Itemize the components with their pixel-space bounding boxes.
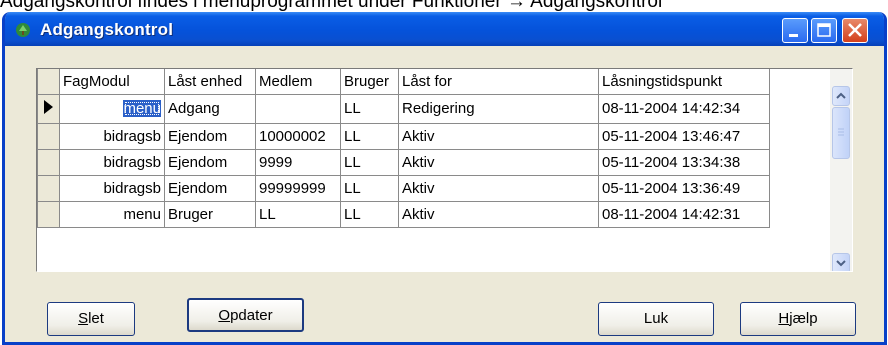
cell-tidspunkt[interactable]: 08-11-2004 14:42:31: [598, 200, 770, 228]
row-indicator[interactable]: [37, 200, 60, 228]
scroll-up-button[interactable]: [832, 86, 850, 106]
cell-fagmodul[interactable]: bidragsb: [59, 122, 165, 150]
column-header-laasningstidspunkt[interactable]: Låsningstidspunkt: [598, 69, 770, 95]
cell-tidspunkt[interactable]: 05-11-2004 13:34:38: [598, 148, 770, 176]
cell-medlem[interactable]: [255, 93, 341, 124]
cell-bruger[interactable]: LL: [340, 148, 399, 176]
cell-laast-enhed[interactable]: Ejendom: [164, 174, 256, 202]
column-header-laast-enhed[interactable]: Låst enhed: [164, 69, 256, 95]
table-row[interactable]: bidragsb Ejendom 99999999 LL Aktiv 05-11…: [37, 174, 770, 202]
minimize-button[interactable]: [782, 18, 808, 43]
cell-laast-for[interactable]: Aktiv: [398, 200, 599, 228]
column-header-medlem[interactable]: Medlem: [255, 69, 341, 95]
maximize-button[interactable]: [811, 18, 837, 43]
current-row-arrow-icon: [44, 99, 53, 114]
hjaelp-label: jælp: [789, 310, 818, 327]
maximize-icon: [817, 23, 831, 37]
app-icon: [16, 23, 30, 37]
cell-laast-enhed[interactable]: Bruger: [164, 200, 256, 228]
opdater-accesskey: O: [218, 307, 231, 324]
table-row[interactable]: bidragsb Ejendom 10000002 LL Aktiv 05-11…: [37, 122, 770, 150]
row-indicator[interactable]: [37, 122, 60, 150]
cell-medlem[interactable]: 99999999: [255, 174, 341, 202]
grid-header-row: FagModul Låst enhed Medlem Bruger Låst f…: [37, 69, 770, 95]
table-row[interactable]: menu Adgang LL Redigering 08-11-2004 14:…: [37, 93, 770, 124]
scroll-down-button[interactable]: [832, 253, 850, 271]
cell-bruger[interactable]: LL: [340, 122, 399, 150]
cell-laast-for[interactable]: Aktiv: [398, 174, 599, 202]
opdater-button[interactable]: Opdater: [187, 298, 304, 332]
cell-medlem[interactable]: 10000002: [255, 122, 341, 150]
table-row[interactable]: menu Bruger LL LL Aktiv 08-11-2004 14:42…: [37, 200, 770, 228]
slet-accesskey: S: [78, 310, 89, 327]
hjaelp-button[interactable]: Hjælp: [740, 302, 856, 336]
scroll-down-icon: [836, 260, 846, 267]
adgangskontrol-window: Adgangskontrol FagModul Låst enhed Medle…: [2, 12, 887, 345]
cell-laast-for[interactable]: Redigering: [398, 93, 599, 124]
cell-laast-for[interactable]: Aktiv: [398, 122, 599, 150]
cell-laast-enhed[interactable]: Adgang: [164, 93, 256, 124]
cell-tidspunkt[interactable]: 05-11-2004 13:46:47: [598, 122, 770, 150]
slet-button[interactable]: Slet: [47, 302, 135, 336]
cell-bruger[interactable]: LL: [340, 174, 399, 202]
opdater-label: pdater: [230, 307, 273, 324]
cell-laast-enhed[interactable]: Ejendom: [164, 122, 256, 150]
row-indicator[interactable]: [37, 148, 60, 176]
close-icon: [848, 23, 862, 37]
close-button[interactable]: [842, 18, 868, 43]
row-indicator[interactable]: [37, 93, 60, 124]
column-header-laast-for[interactable]: Låst for: [398, 69, 599, 95]
cell-medlem[interactable]: LL: [255, 200, 341, 228]
cell-fagmodul[interactable]: bidragsb: [59, 148, 165, 176]
cell-tidspunkt[interactable]: 08-11-2004 14:42:34: [598, 93, 770, 124]
minimize-icon: [789, 34, 798, 37]
vertical-scrollbar[interactable]: [830, 69, 852, 271]
scroll-thumb[interactable]: [832, 107, 850, 159]
lock-grid[interactable]: FagModul Låst enhed Medlem Bruger Låst f…: [36, 68, 853, 272]
grid-table: FagModul Låst enhed Medlem Bruger Låst f…: [37, 69, 770, 228]
column-header-bruger[interactable]: Bruger: [340, 69, 399, 95]
scroll-up-icon: [836, 92, 846, 99]
window-title: Adgangskontrol: [40, 20, 174, 39]
row-indicator[interactable]: [37, 174, 60, 202]
cell-fagmodul[interactable]: menu: [59, 200, 165, 228]
cell-bruger[interactable]: LL: [340, 93, 399, 124]
cell-medlem[interactable]: 9999: [255, 148, 341, 176]
slet-label: let: [88, 310, 104, 327]
table-row[interactable]: bidragsb Ejendom 9999 LL Aktiv 05-11-200…: [37, 148, 770, 176]
cell-laast-for[interactable]: Aktiv: [398, 148, 599, 176]
cell-fagmodul[interactable]: bidragsb: [59, 174, 165, 202]
cell-bruger[interactable]: LL: [340, 200, 399, 228]
cell-tidspunkt[interactable]: 05-11-2004 13:36:49: [598, 174, 770, 202]
title-bar[interactable]: Adgangskontrol: [5, 12, 884, 46]
hjaelp-accesskey: H: [778, 310, 790, 327]
column-header-fagmodul[interactable]: FagModul: [59, 69, 165, 95]
grip-icon: [838, 128, 844, 136]
document-text: Adgangskontrol findes i menuprogrammet u…: [0, 0, 663, 11]
row-indicator-header: [37, 69, 60, 95]
cell-laast-enhed[interactable]: Ejendom: [164, 148, 256, 176]
luk-button[interactable]: Luk: [598, 302, 714, 336]
cell-fagmodul[interactable]: menu: [123, 100, 161, 117]
